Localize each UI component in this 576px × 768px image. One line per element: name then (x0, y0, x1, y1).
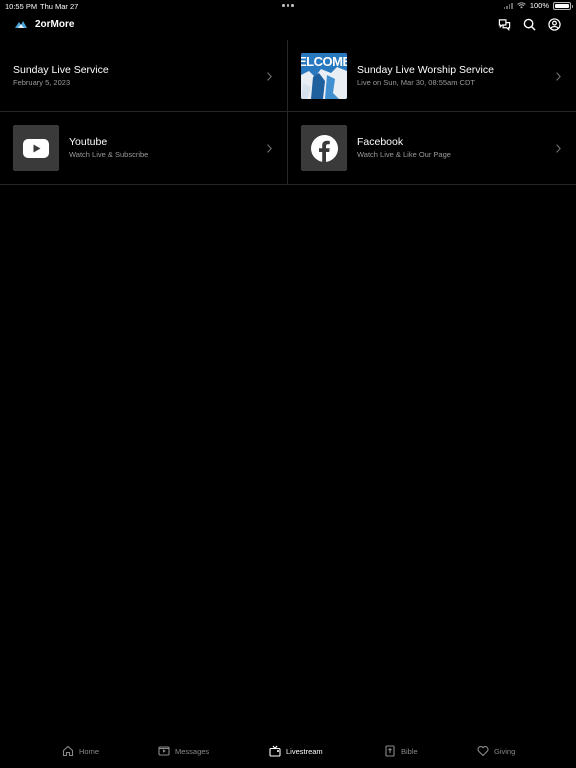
welcome-thumbnail: ELCOME (301, 52, 347, 99)
tab-label: Bible (401, 746, 418, 756)
tab-label: Livestream (286, 746, 323, 756)
item-title: Facebook (357, 136, 404, 148)
play-icon (158, 746, 170, 756)
status-date: Thu Mar 27 (40, 2, 79, 11)
item-title: Youtube (69, 136, 108, 148)
chevron-right-icon (556, 71, 561, 81)
bible-icon (385, 745, 395, 757)
search-icon[interactable] (523, 18, 536, 31)
multitasking-dots-icon[interactable] (282, 4, 294, 7)
facebook-icon (310, 134, 338, 162)
chat-icon[interactable] (498, 18, 511, 31)
item-subtitle: February 5, 2023 (13, 77, 71, 87)
item-title: Sunday Live Service (13, 63, 109, 76)
account-icon[interactable] (548, 18, 561, 31)
youtube-thumbnail (13, 125, 59, 171)
tab-giving[interactable]: Giving (477, 745, 515, 757)
tab-label: Giving (494, 746, 516, 756)
item-title: Sunday Live Worship Service (357, 63, 494, 76)
tab-messages[interactable]: Messages (158, 745, 209, 757)
item-subtitle: Live on Sun, Mar 30, 08:55am CDT (357, 77, 475, 87)
status-time: 10:55 PM (5, 2, 38, 11)
status-bar: 10:55 PM Thu Mar 27 100% (0, 0, 576, 12)
app-logo-icon (15, 21, 27, 28)
tab-label: Messages (175, 746, 210, 756)
tab-label: Home (79, 746, 100, 756)
tv-icon (269, 745, 281, 757)
home-icon (62, 745, 74, 757)
battery-icon (553, 1, 573, 10)
youtube-icon (23, 138, 49, 158)
tab-bar: Home Messages Livestream Bible Giving (0, 738, 576, 768)
grid-row: Youtube Watch Live & Subscribe Facebook … (0, 112, 576, 185)
chevron-right-icon (556, 144, 561, 153)
tab-home[interactable]: Home (62, 745, 99, 757)
list-item-youtube[interactable]: Youtube Watch Live & Subscribe (0, 112, 288, 184)
chevron-right-icon (267, 144, 272, 153)
tab-bible[interactable]: Bible (384, 745, 418, 757)
app-screen: 10:55 PM Thu Mar 27 100% 2orMore Sunday … (0, 0, 576, 768)
wifi-icon (517, 2, 526, 9)
chevron-right-icon (267, 71, 272, 81)
list-item-sunday-live-service[interactable]: Sunday Live Service February 5, 2023 (0, 40, 288, 111)
item-subtitle: Watch Live & Subscribe (69, 150, 149, 159)
livestream-grid: Sunday Live Service February 5, 2023 ELC… (0, 40, 576, 185)
status-indicators: 100% (503, 1, 573, 10)
list-item-facebook[interactable]: Facebook Watch Live & Like Our Page (288, 112, 576, 184)
item-subtitle: Watch Live & Like Our Page (357, 150, 451, 159)
app-title: 2orMore (35, 19, 75, 30)
list-item-sunday-live-worship[interactable]: ELCOME Sunday Live Worship Service Live … (288, 40, 576, 111)
tab-livestream[interactable]: Livestream (269, 745, 323, 757)
header-actions (498, 18, 561, 31)
welcome-text: ELCOME (301, 53, 347, 69)
heart-icon (477, 746, 489, 757)
battery-percent: 100% (529, 1, 549, 10)
grid-row: Sunday Live Service February 5, 2023 ELC… (0, 40, 576, 112)
app-header: 2orMore (0, 12, 576, 40)
cellular-signal-icon (503, 2, 513, 9)
facebook-thumbnail (301, 125, 347, 171)
